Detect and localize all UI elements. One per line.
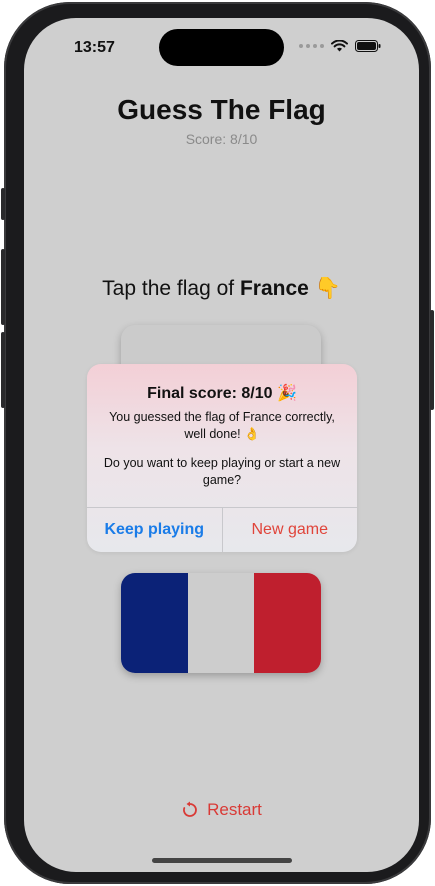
- phone-frame: 13:57 Guess The Flag Score: 8/10 Tap the…: [1, 2, 434, 884]
- battery-icon: [355, 40, 381, 52]
- wifi-icon: [331, 40, 348, 52]
- signal-dots-icon: [299, 44, 324, 48]
- status-icons: [299, 40, 381, 52]
- restart-button[interactable]: Restart: [24, 800, 419, 820]
- france-flag-option[interactable]: [121, 573, 321, 673]
- restart-label: Restart: [207, 800, 262, 819]
- power-button: [430, 310, 434, 410]
- flag-stripe-white: [187, 573, 255, 673]
- point-down-icon: 👇: [314, 277, 341, 300]
- alert-message: You guessed the flag of France correctly…: [109, 410, 335, 441]
- prompt-prefix: Tap the flag of: [102, 277, 240, 300]
- screen: 13:57 Guess The Flag Score: 8/10 Tap the…: [24, 18, 419, 872]
- app-title: Guess The Flag: [117, 94, 326, 125]
- alert-actions: Keep playing New game: [87, 507, 357, 552]
- new-game-button[interactable]: New game: [223, 508, 358, 552]
- restart-icon: [183, 801, 197, 817]
- score-label: Score: 8/10: [185, 131, 258, 147]
- dynamic-island: [159, 29, 284, 66]
- keep-playing-button[interactable]: Keep playing: [87, 508, 223, 552]
- final-score-alert: Final score: 8/10 🎉 You guessed the flag…: [87, 364, 357, 552]
- prompt-country: France: [239, 277, 309, 300]
- status-time: 13:57: [74, 39, 115, 56]
- volume-down-button: [1, 332, 5, 408]
- volume-up-button: [1, 249, 5, 325]
- alert-question: Do you want to keep playing or start a n…: [103, 456, 341, 487]
- action-button: [1, 188, 5, 220]
- flag-stripe-blue: [121, 573, 188, 673]
- question-prompt: Tap the flag of France 👇: [24, 277, 419, 301]
- home-indicator[interactable]: [152, 858, 292, 863]
- alert-title: Final score: 8/10 🎉: [147, 385, 297, 402]
- flag-stripe-red: [254, 573, 321, 673]
